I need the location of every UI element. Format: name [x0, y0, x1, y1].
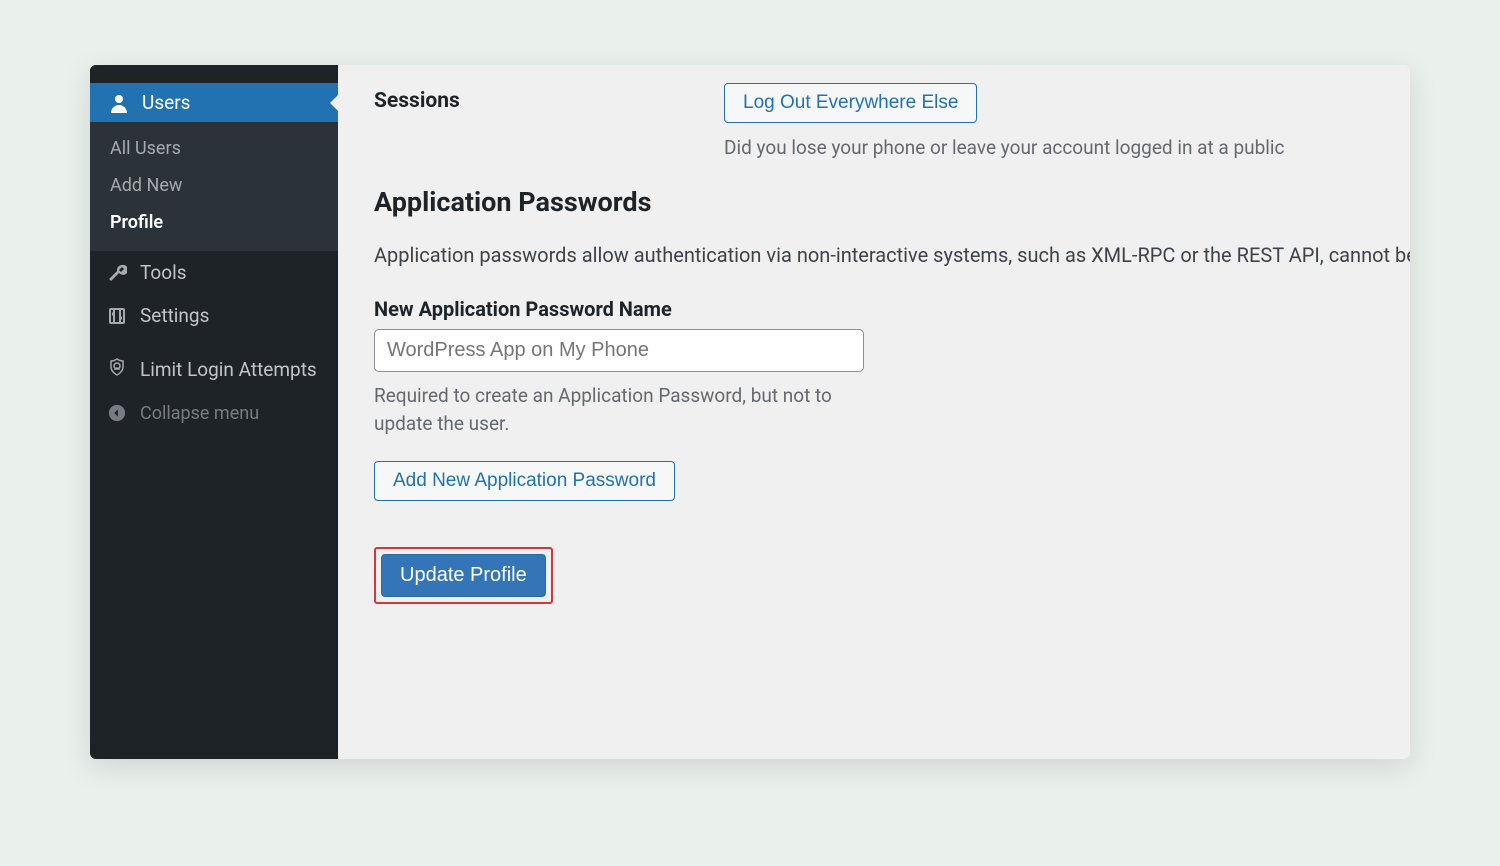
sidebar-subitem-profile[interactable]: Profile: [90, 204, 338, 241]
sessions-field: Log Out Everywhere Else Did you lose you…: [724, 83, 1410, 162]
app-passwords-description: Application passwords allow authenticati…: [374, 240, 1410, 271]
sidebar-subitem-all-users[interactable]: All Users: [90, 130, 338, 167]
app-passwords-heading: Application Passwords: [374, 186, 1410, 218]
sidebar-item-label: Users: [142, 91, 190, 114]
sidebar-item-label: Tools: [140, 261, 187, 284]
sidebar-item-settings[interactable]: Settings: [90, 294, 338, 337]
add-app-password-button[interactable]: Add New Application Password: [374, 461, 675, 501]
admin-sidebar: Users All Users Add New Profile Tools Se…: [90, 65, 338, 759]
sidebar-item-label: Limit Login Attempts: [140, 357, 317, 383]
new-app-password-desc: Required to create an Application Passwo…: [374, 382, 844, 439]
collapse-icon: [104, 404, 130, 422]
app-window: Users All Users Add New Profile Tools Se…: [90, 65, 1410, 759]
user-icon: [106, 93, 132, 113]
sliders-icon: [104, 306, 130, 326]
wrench-icon: [104, 263, 130, 283]
logout-everywhere-button[interactable]: Log Out Everywhere Else: [724, 83, 977, 123]
collapse-menu[interactable]: Collapse menu: [90, 393, 338, 434]
new-app-password-input[interactable]: [374, 329, 864, 372]
shield-icon: [104, 357, 130, 377]
sidebar-subitem-add-new[interactable]: Add New: [90, 167, 338, 204]
update-profile-highlight: Update Profile: [374, 547, 553, 604]
sidebar-item-users[interactable]: Users: [90, 83, 338, 122]
admin-bar: [90, 65, 338, 83]
update-profile-button[interactable]: Update Profile: [381, 554, 546, 597]
main-content: Sessions Log Out Everywhere Else Did you…: [338, 65, 1410, 759]
sidebar-item-label: Settings: [140, 304, 209, 327]
sidebar-item-limit-login[interactable]: Limit Login Attempts: [90, 347, 338, 393]
sidebar-item-tools[interactable]: Tools: [90, 251, 338, 294]
new-app-password-label: New Application Password Name: [374, 297, 1410, 321]
sidebar-separator: [90, 337, 338, 347]
sidebar-submenu: All Users Add New Profile: [90, 122, 338, 251]
sessions-row: Sessions Log Out Everywhere Else Did you…: [374, 83, 1410, 162]
sessions-description: Did you lose your phone or leave your ac…: [724, 135, 1410, 162]
sessions-label: Sessions: [374, 83, 724, 113]
collapse-label: Collapse menu: [140, 403, 259, 424]
